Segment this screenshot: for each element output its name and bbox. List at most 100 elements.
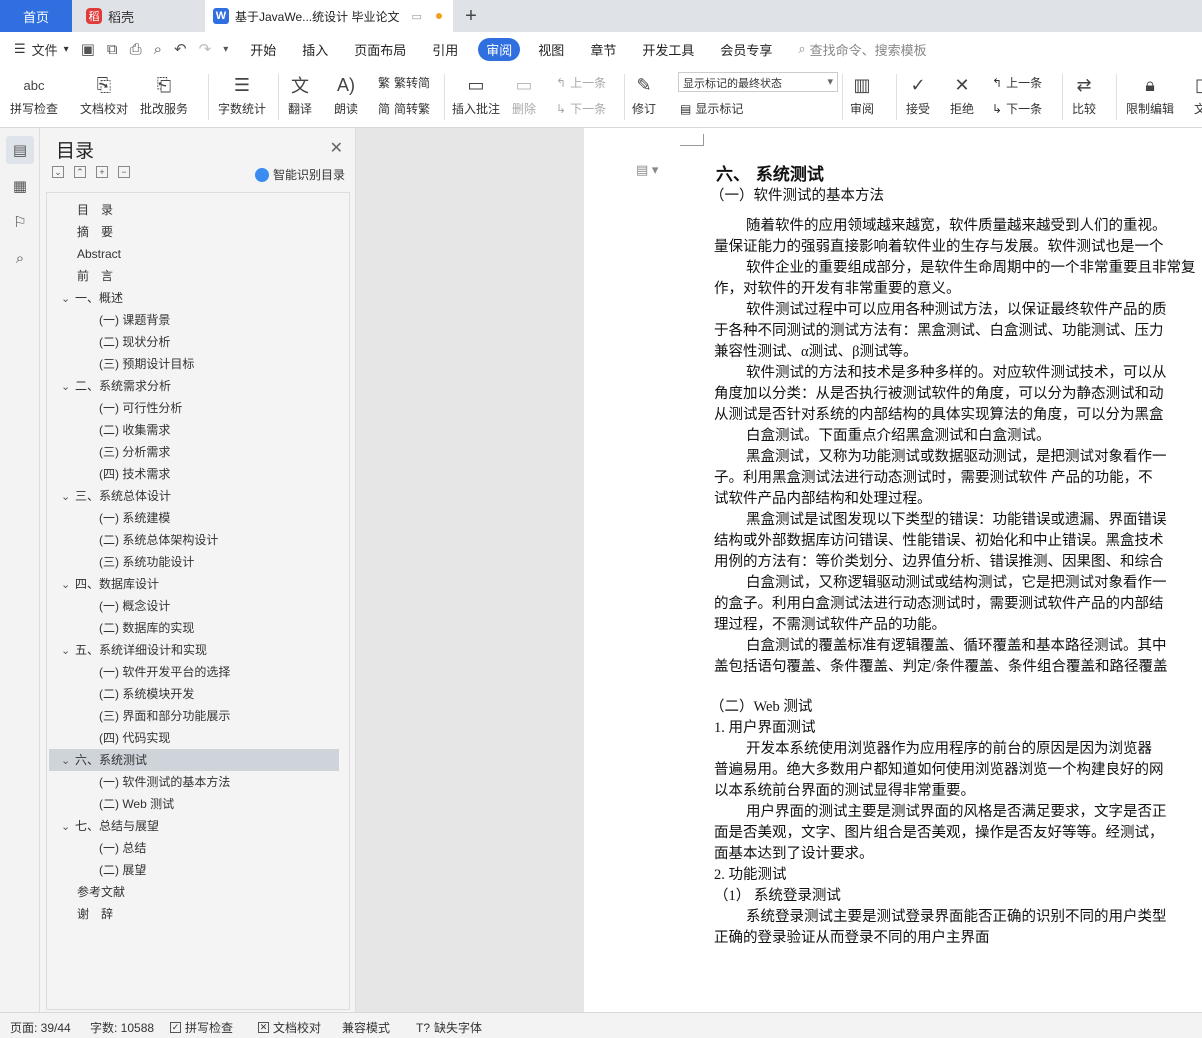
menu-member[interactable]: 会员专享 bbox=[720, 40, 772, 59]
toc-item[interactable]: (三) 界面和部分功能展示 bbox=[49, 705, 339, 727]
menu-review[interactable]: 审阅 bbox=[478, 37, 521, 61]
file-menu[interactable]: ☰ 文件 ▾ bbox=[14, 40, 69, 59]
plus-icon[interactable]: + bbox=[96, 166, 108, 178]
insert-comment-button[interactable]: ▭ 插入批注 bbox=[452, 70, 500, 117]
toc-item[interactable]: (二) 现状分析 bbox=[49, 331, 339, 353]
tab-document[interactable]: W 基于JavaWe...统设计 毕业论文 ▭ bbox=[205, 0, 453, 32]
review-pane-button[interactable]: ▥ 审阅 bbox=[848, 70, 876, 117]
chapter-nav-icon[interactable]: ▦ bbox=[6, 172, 34, 200]
toc-item[interactable]: 参考文献 bbox=[49, 881, 339, 903]
chevron-down-icon[interactable]: ⌄ bbox=[61, 816, 75, 838]
menu-insert[interactable]: 插入 bbox=[302, 40, 328, 59]
menu-chapter[interactable]: 章节 bbox=[590, 40, 616, 59]
trad-to-simp-button[interactable]: 繁 繁转简 bbox=[378, 74, 430, 91]
toc-item[interactable]: (一) 总结 bbox=[49, 837, 339, 859]
tab-daoke[interactable]: 稻 稻壳 bbox=[74, 0, 204, 32]
toc-item[interactable]: 目 录 bbox=[49, 199, 339, 221]
menu-developer[interactable]: 开发工具 bbox=[642, 40, 694, 59]
smart-toc-button[interactable]: 智能识别目录 bbox=[254, 166, 345, 183]
markup-mode-select[interactable]: 显示标记的最终状态 bbox=[678, 72, 838, 92]
menu-view[interactable]: 视图 bbox=[538, 40, 564, 59]
next-comment-button[interactable]: ↳ 下一条 bbox=[556, 100, 606, 117]
toc-item[interactable]: (一) 系统建模 bbox=[49, 507, 339, 529]
toc-item[interactable]: (三) 预期设计目标 bbox=[49, 353, 339, 375]
toc-item[interactable]: (二) 展望 bbox=[49, 859, 339, 881]
batch-service-button[interactable]: ⎗ 批改服务 bbox=[140, 70, 188, 117]
search-icon[interactable]: ⌕ bbox=[6, 244, 34, 272]
doc-proof-button[interactable]: ⎘ 文档校对 bbox=[80, 70, 128, 117]
toc-item[interactable]: ⌄ 七、总结与展望 bbox=[49, 815, 339, 837]
toc-item[interactable]: 前 言 bbox=[49, 265, 339, 287]
toc-item[interactable]: (四) 技术需求 bbox=[49, 463, 339, 485]
toc-item[interactable]: 摘 要 bbox=[49, 221, 339, 243]
doc-permission-button[interactable]: ▯ 文 bbox=[1186, 70, 1202, 117]
toc-item[interactable]: ⌄ 一、概述 bbox=[49, 287, 339, 309]
command-search[interactable]: ⌕ 查找命令、搜索模板 bbox=[798, 40, 926, 59]
save-icon[interactable]: ▣ bbox=[81, 40, 95, 58]
restrict-edit-button[interactable]: 🔒︎ 限制编辑 bbox=[1126, 70, 1174, 117]
missing-font-button[interactable]: T? 缺失字体 bbox=[416, 1019, 482, 1036]
read-aloud-button[interactable]: A) 朗读 bbox=[332, 70, 360, 117]
accept-button[interactable]: ✓ 接受 bbox=[904, 70, 932, 117]
toc-item[interactable]: (一) 软件测试的基本方法 bbox=[49, 771, 339, 793]
toc-item[interactable]: (二) 系统模块开发 bbox=[49, 683, 339, 705]
print-preview-icon[interactable]: ⌕ bbox=[154, 41, 162, 58]
tab-home[interactable]: 首页 bbox=[0, 0, 72, 32]
chevron-down-icon[interactable]: ⌄ bbox=[61, 376, 75, 398]
status-spell-check[interactable]: ✓ 拼写检查 bbox=[170, 1019, 233, 1036]
toc-item[interactable]: (一) 可行性分析 bbox=[49, 397, 339, 419]
minus-icon[interactable]: − bbox=[118, 166, 130, 178]
word-count-indicator[interactable]: 字数: 10588 bbox=[90, 1019, 154, 1036]
delete-comment-button[interactable]: ▭ 删除 bbox=[510, 70, 538, 117]
reject-button[interactable]: ✕ 拒绝 bbox=[948, 70, 976, 117]
next-change-button[interactable]: ↳ 下一条 bbox=[992, 100, 1042, 117]
toc-item[interactable]: 谢 辞 bbox=[49, 903, 339, 925]
toc-item[interactable]: ⌄ 六、系统测试 bbox=[49, 749, 339, 771]
toc-item[interactable]: Abstract bbox=[49, 243, 339, 265]
new-tab-button[interactable]: + bbox=[455, 0, 487, 32]
prev-comment-button[interactable]: ↰ 上一条 bbox=[556, 74, 606, 91]
toc-icon[interactable]: ▤ bbox=[6, 136, 34, 164]
word-count-button[interactable]: ☰ 字数统计 bbox=[218, 70, 266, 117]
chevron-down-icon[interactable]: ⌄ bbox=[61, 486, 75, 508]
toc-item[interactable]: ⌄ 五、系统详细设计和实现 bbox=[49, 639, 339, 661]
more-icon[interactable]: ▾ bbox=[223, 44, 228, 55]
prev-change-button[interactable]: ↰ 上一条 bbox=[992, 74, 1042, 91]
document-page[interactable]: ▤ ▾ 六、 系统测试 （一）软件测试的基本方法 随着软件的应用领域越来越宽，软件质… bbox=[584, 128, 1202, 1012]
toc-item[interactable]: (三) 分析需求 bbox=[49, 441, 339, 463]
page-tool-icon[interactable]: ▤ ▾ bbox=[636, 162, 658, 178]
toc-item[interactable]: (一) 概念设计 bbox=[49, 595, 339, 617]
menu-page-layout[interactable]: 页面布局 bbox=[354, 40, 406, 59]
chevron-down-icon[interactable]: ⌄ bbox=[61, 574, 75, 596]
monitor-icon[interactable]: ▭ bbox=[411, 10, 421, 23]
toc-item[interactable]: ⌄ 三、系统总体设计 bbox=[49, 485, 339, 507]
spell-check-button[interactable]: abc 拼写检查 bbox=[10, 70, 58, 117]
menu-start[interactable]: 开始 bbox=[250, 40, 276, 59]
undo-icon[interactable]: ↶ bbox=[174, 40, 187, 58]
bookmark-icon[interactable]: ⚐ bbox=[6, 208, 34, 236]
toc-item[interactable]: (一) 软件开发平台的选择 bbox=[49, 661, 339, 683]
expand-icon[interactable]: ⌃ bbox=[74, 166, 86, 178]
toc-item[interactable]: ⌄ 四、数据库设计 bbox=[49, 573, 339, 595]
toc-item[interactable]: ⌄ 二、系统需求分析 bbox=[49, 375, 339, 397]
chevron-down-icon[interactable]: ⌄ bbox=[61, 750, 75, 772]
toc-item[interactable]: (二) 系统总体架构设计 bbox=[49, 529, 339, 551]
close-icon[interactable]: ✕ bbox=[330, 138, 343, 158]
menu-reference[interactable]: 引用 bbox=[432, 40, 458, 59]
toc-item[interactable]: (二) 数据库的实现 bbox=[49, 617, 339, 639]
chevron-down-icon[interactable]: ⌄ bbox=[61, 640, 75, 662]
translate-button[interactable]: 文 翻译 bbox=[286, 70, 314, 117]
revise-button[interactable]: ✎ 修订 bbox=[630, 70, 658, 117]
export-icon[interactable]: ⧉ bbox=[107, 41, 118, 58]
toc-item[interactable]: (四) 代码实现 bbox=[49, 727, 339, 749]
chevron-down-icon[interactable]: ⌄ bbox=[61, 288, 75, 310]
toc-item[interactable]: (一) 课题背景 bbox=[49, 309, 339, 331]
toc-item[interactable]: (二) Web 测试 bbox=[49, 793, 339, 815]
compare-button[interactable]: ⇄ 比较 bbox=[1070, 70, 1098, 117]
redo-icon[interactable]: ↷ bbox=[199, 40, 212, 58]
page-indicator[interactable]: 页面: 39/44 bbox=[10, 1019, 71, 1036]
simp-to-trad-button[interactable]: 简 简转繁 bbox=[378, 100, 430, 117]
print-icon[interactable]: ⎙ bbox=[130, 41, 142, 58]
collapse-icon[interactable]: ⌄ bbox=[52, 166, 64, 178]
toc-item[interactable]: (二) 收集需求 bbox=[49, 419, 339, 441]
